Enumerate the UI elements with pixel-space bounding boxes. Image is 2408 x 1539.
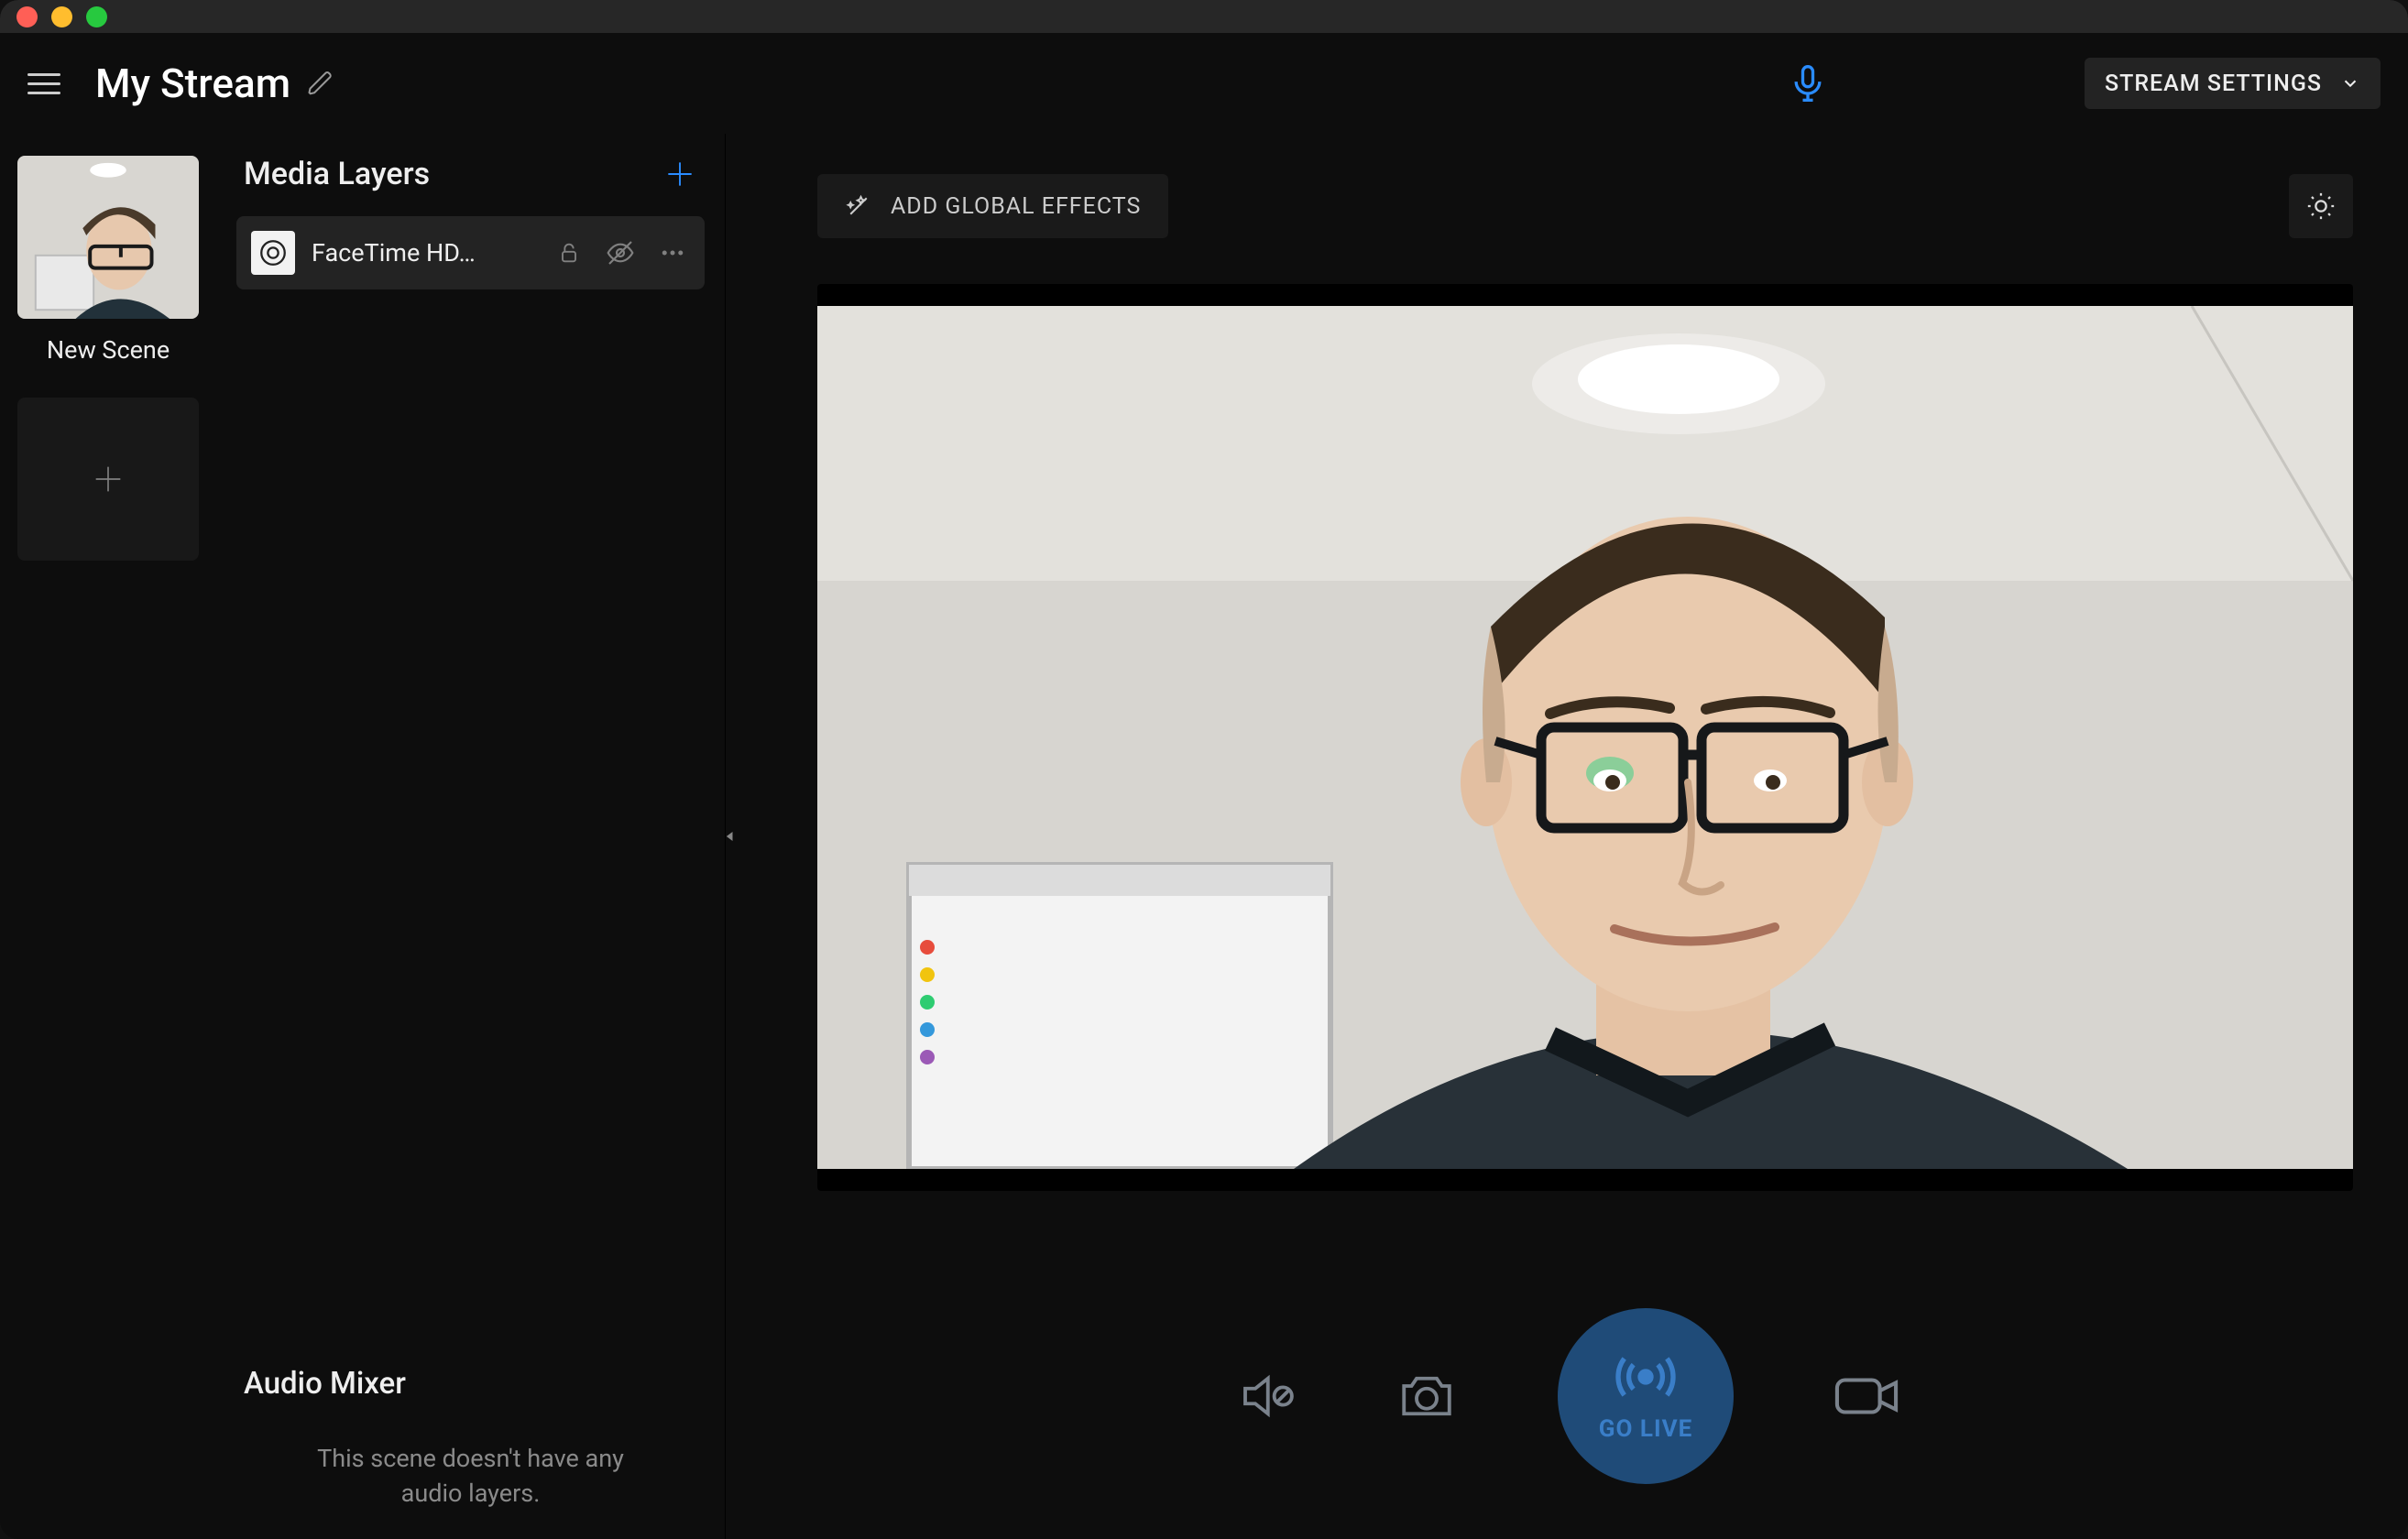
bottom-controls: GO LIVE [726, 1308, 2408, 1484]
close-window-button[interactable] [16, 6, 38, 27]
lock-layer-icon[interactable] [553, 236, 586, 269]
media-layers-title: Media Layers [244, 156, 662, 192]
screenshot-button[interactable] [1396, 1366, 1457, 1426]
titlebar [0, 0, 2408, 33]
preview-panel: ADD GLOBAL EFFECTS [726, 134, 2408, 1539]
visibility-off-icon[interactable] [602, 235, 639, 271]
audio-mixer-title: Audio Mixer [244, 1366, 697, 1402]
app-window: My Stream STREAM SETTINGS [0, 0, 2408, 1539]
add-global-effects-button[interactable]: ADD GLOBAL EFFECTS [817, 174, 1168, 238]
stream-title: My Stream [95, 60, 290, 107]
layer-name: FaceTime HD… [312, 238, 536, 267]
brightness-button[interactable] [2289, 174, 2353, 238]
camera-source-icon [251, 231, 295, 275]
record-button[interactable] [1834, 1373, 1899, 1419]
layer-more-icon[interactable] [655, 235, 690, 270]
scene-tile[interactable]: New Scene [17, 156, 199, 365]
mute-audio-button[interactable] [1235, 1366, 1296, 1426]
scene-thumbnail [17, 156, 199, 319]
stream-settings-button[interactable]: STREAM SETTINGS [2085, 58, 2381, 109]
stream-settings-label: STREAM SETTINGS [2105, 71, 2322, 97]
preview-frame [817, 284, 2353, 1191]
menu-button[interactable] [27, 63, 68, 104]
scenes-panel: New Scene [0, 134, 216, 1539]
plus-icon [90, 461, 126, 497]
minimize-window-button[interactable] [51, 6, 72, 27]
go-live-button[interactable]: GO LIVE [1558, 1308, 1734, 1484]
add-layer-button[interactable] [662, 157, 697, 191]
scene-name: New Scene [47, 335, 170, 365]
chevron-down-icon [2340, 73, 2360, 93]
header: My Stream STREAM SETTINGS [0, 33, 2408, 134]
audio-mixer-panel: Audio Mixer This scene doesn't have any … [216, 1346, 725, 1539]
broadcast-icon [1606, 1349, 1685, 1404]
audio-mixer-empty-text: This scene doesn't have any audio layers… [244, 1442, 697, 1512]
effects-label: ADD GLOBAL EFFECTS [891, 193, 1141, 220]
magic-wand-icon [845, 192, 872, 220]
edit-title-icon[interactable] [307, 70, 334, 97]
maximize-window-button[interactable] [86, 6, 107, 27]
go-live-label: GO LIVE [1599, 1415, 1692, 1443]
add-scene-button[interactable] [17, 398, 199, 561]
layers-panel: Media Layers FaceTime HD… [216, 134, 726, 1539]
preview-video[interactable] [817, 306, 2353, 1169]
plus-icon [662, 157, 697, 191]
mic-icon[interactable] [1788, 63, 1828, 104]
brightness-icon [2305, 191, 2337, 222]
layer-row[interactable]: FaceTime HD… [236, 216, 705, 289]
